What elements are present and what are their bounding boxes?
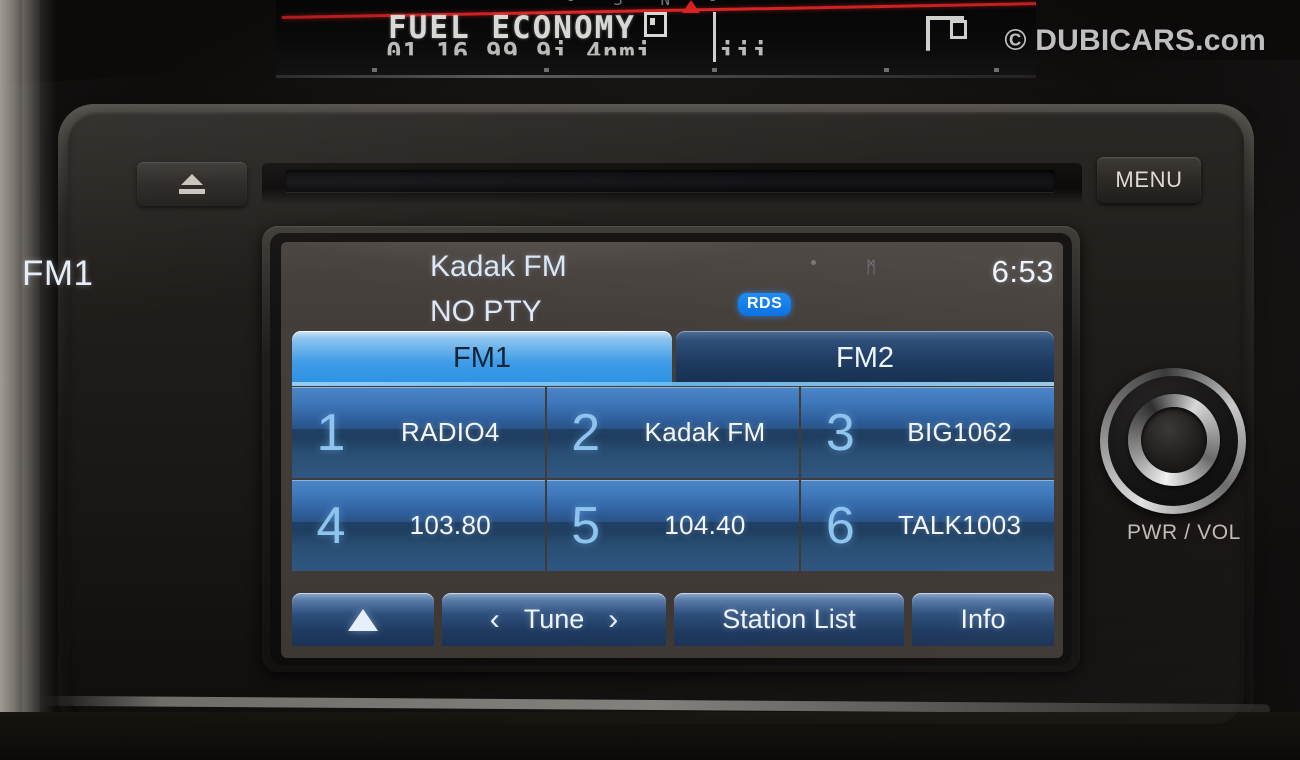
station-list-button[interactable]: Station List [674,593,904,646]
instrument-cluster-display: - 3 N - FUEL ECONOMY 01 16 99 9i 4nmi...… [276,0,1036,78]
eject-icon [177,173,207,195]
preset-label: RADIO4 [401,417,500,447]
preset-number: 4 [316,496,346,555]
preset-label: BIG1062 [907,417,1013,447]
preset-number: 5 [571,496,601,555]
dashboard-left-trim-shadow [22,0,56,760]
chevron-left-icon[interactable]: ‹ [490,604,500,635]
cluster-mode-icon [643,12,667,37]
preset-number: 6 [825,496,855,555]
menu-button[interactable]: MENU [1097,157,1201,203]
tab-fm2[interactable]: FM2 [676,331,1054,385]
rds-badge: RDS [738,293,792,316]
cluster-right-gauge-icon [922,10,982,51]
info-button[interactable]: Info [912,593,1054,646]
tune-button[interactable]: ‹ Tune › [442,593,666,646]
scroll-up-button[interactable] [292,593,434,646]
screen-bottom-toolbar: ‹ Tune › Station List Info [292,593,1054,649]
cluster-subline: 01 16 99 9i 4nmi... iii [386,38,770,68]
preset-button-6[interactable]: 6 TALK1003 [801,480,1054,571]
preset-number: 3 [825,403,855,462]
tab-underline [292,382,1054,386]
preset-label: 104.40 [664,510,746,540]
preset-button-4[interactable]: 4 103.80 [292,480,545,571]
watermark: © DUBICARS.com [1004,24,1266,57]
current-band-label: FM1 [22,254,94,293]
screen-header [281,242,1063,326]
preset-button-5[interactable]: 5 104.40 [546,480,800,571]
preset-label: 103.80 [409,510,491,540]
preset-number: 2 [571,403,601,462]
preset-number: 1 [316,403,346,462]
current-station-name: Kadak FM [430,250,567,283]
cluster-bottom-edge [276,75,1036,78]
power-volume-knob[interactable] [1100,368,1246,514]
screenshot-root: - 3 N - FUEL ECONOMY 01 16 99 9i 4nmi...… [0,0,1300,760]
dashboard-lower-shadow [0,712,1300,760]
eject-button[interactable] [137,162,247,206]
preset-button-1[interactable]: 1 RADIO4 [292,387,545,478]
chevron-right-icon[interactable]: › [608,604,618,635]
knob-label: PWR / VOL [1127,521,1241,544]
triangle-up-icon [348,608,378,631]
clock-time: 6:53 [991,254,1054,289]
tab-fm1[interactable]: FM1 [292,331,672,385]
preset-grid: 1 RADIO4 2 Kadak FM 3 BIG1062 4 103.80 5… [292,387,1054,571]
band-tabs: FM1 FM2 [292,331,1054,385]
preset-button-2[interactable]: 2 Kadak FM [546,387,800,478]
knob-center-button[interactable] [1141,407,1207,473]
preset-label: Kadak FM [644,417,766,447]
tune-label: Tune [523,604,585,634]
program-type-label: NO PTY [430,295,542,328]
preset-button-3[interactable]: 3 BIG1062 [801,387,1054,478]
cd-slot[interactable] [285,170,1055,192]
preset-label: TALK1003 [897,510,1022,540]
bluetooth-icon: ᛗ [866,258,877,277]
